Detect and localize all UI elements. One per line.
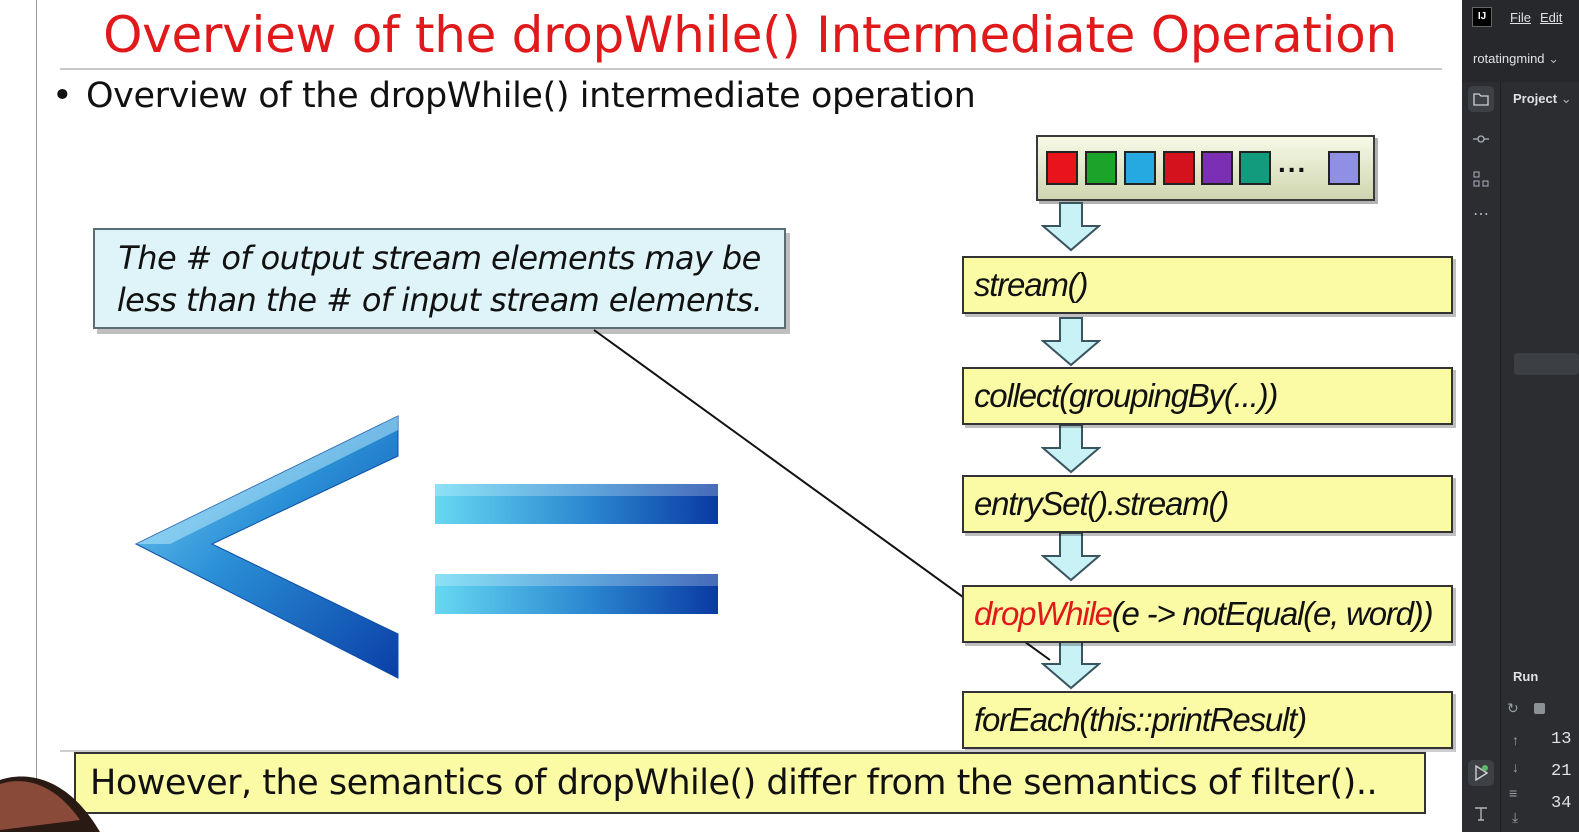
- stream-element: [1239, 151, 1271, 185]
- stream-element: [1046, 151, 1078, 185]
- less-than-or-equal-icon: [134, 415, 718, 679]
- pipeline-step-stream: stream(): [962, 256, 1453, 314]
- run-output-line: 34: [1551, 794, 1572, 813]
- up-arrow-icon[interactable]: ↑: [1512, 732, 1519, 748]
- soft-wrap-icon[interactable]: ≡: [1509, 785, 1517, 801]
- project-scrollbar[interactable]: [1514, 353, 1579, 375]
- down-arrow-icon: [1041, 424, 1101, 474]
- down-arrow-nav-icon[interactable]: ↓: [1512, 759, 1519, 775]
- callout-note: The # of output stream elements may be l…: [93, 228, 786, 329]
- chevron-down-icon: ⌄: [1560, 91, 1572, 106]
- stop-icon[interactable]: [1534, 701, 1545, 717]
- stream-element: [1124, 151, 1156, 185]
- more-icon[interactable]: ⋯: [1468, 202, 1494, 228]
- pipeline-step-collect: collect(groupingBy(...)): [962, 367, 1453, 425]
- scroll-to-end-icon[interactable]: ⤓: [1512, 809, 1518, 826]
- chevron-down-icon: ⌄: [1548, 51, 1560, 66]
- down-arrow-icon: [1041, 532, 1101, 582]
- run-icon[interactable]: [1468, 760, 1494, 786]
- stream-element: [1328, 151, 1360, 185]
- structure-icon[interactable]: [1468, 166, 1494, 192]
- bottom-note: However, the semantics of dropWhile() di…: [74, 752, 1426, 814]
- ide-title-bar: IJ File Edit rotatingmind ⌄: [1462, 0, 1579, 82]
- menu-file[interactable]: File: [1510, 10, 1531, 25]
- project-switcher[interactable]: rotatingmind ⌄: [1473, 51, 1559, 67]
- down-arrow-icon: [1041, 640, 1101, 690]
- presenter-video-icon: [0, 776, 100, 832]
- ide-panel: IJ File Edit rotatingmind ⌄ ⋯ Project ⌄ …: [1462, 0, 1579, 832]
- callout-line-2: less than the # of input stream elements…: [116, 281, 763, 319]
- rerun-icon[interactable]: ↻: [1507, 700, 1519, 717]
- pipeline-step-foreach: forEach(this::printResult): [962, 691, 1453, 749]
- dropwhile-keyword: dropWhile: [974, 595, 1113, 632]
- commit-icon[interactable]: [1468, 126, 1494, 152]
- stream-element: [1163, 151, 1195, 185]
- callout-line-1: The # of output stream elements may be: [118, 239, 761, 277]
- run-output-line: 21: [1551, 762, 1572, 781]
- stream-element: [1085, 151, 1117, 185]
- input-stream: ...: [1036, 135, 1375, 201]
- pipeline-step-dropwhile: dropWhile(e -> notEqual(e, word)): [962, 585, 1453, 643]
- folder-icon[interactable]: [1468, 86, 1494, 112]
- dropwhile-args: (e -> notEqual(e, word)): [1111, 595, 1434, 632]
- project-name: rotatingmind: [1473, 51, 1545, 66]
- menu-edit[interactable]: Edit: [1540, 10, 1562, 25]
- project-panel-label[interactable]: Project ⌄: [1513, 91, 1572, 107]
- tool-window-strip: ⋯: [1462, 82, 1501, 832]
- slide: Overview of the dropWhile() Intermediate…: [0, 0, 1462, 832]
- down-arrow-icon: [1041, 202, 1101, 252]
- build-icon[interactable]: [1468, 800, 1494, 826]
- run-panel-label[interactable]: Run: [1513, 669, 1538, 684]
- run-output-line: 13: [1551, 730, 1572, 749]
- stream-element: [1201, 151, 1233, 185]
- stream-ellipsis: ...: [1278, 147, 1308, 178]
- down-arrow-icon: [1041, 317, 1101, 367]
- pipeline-step-entryset: entrySet().stream(): [962, 475, 1453, 533]
- intellij-logo[interactable]: IJ: [1472, 7, 1492, 27]
